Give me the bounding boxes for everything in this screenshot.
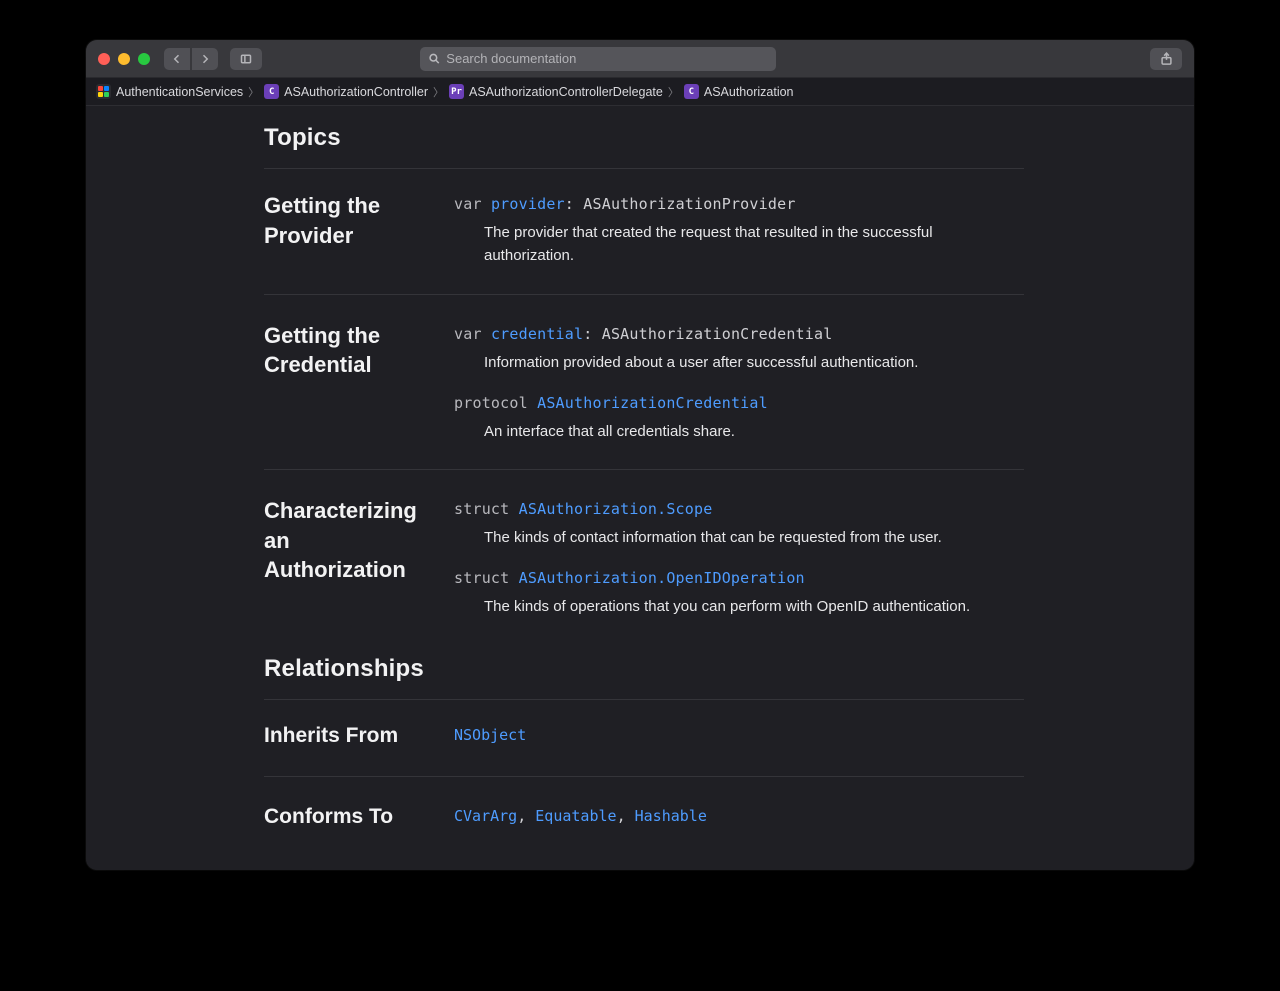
chevron-right-icon: 〉 [668, 84, 679, 100]
topic-group-title: Getting the Provider [264, 191, 426, 268]
relationships-group-title: Conforms To [264, 803, 426, 831]
titlebar [86, 40, 1194, 78]
share-icon [1159, 51, 1174, 66]
breadcrumb-label: AuthenticationServices [116, 85, 243, 99]
topic-item: protocol ASAuthorizationCredential An in… [454, 394, 1024, 443]
topic-item-description: Information provided about a user after … [454, 351, 1024, 374]
protocol-icon: Pr [449, 84, 464, 99]
type-link[interactable]: Equatable [535, 807, 616, 825]
topic-group: Getting the Provider var provider: ASAut… [264, 191, 1024, 295]
sidebar-icon [240, 53, 252, 65]
declaration[interactable]: var credential: ASAuthorizationCredentia… [454, 325, 1024, 343]
breadcrumb-item[interactable]: C ASAuthorization [684, 84, 794, 99]
relationships-heading: Relationships [264, 655, 1024, 700]
topic-item: struct ASAuthorization.Scope The kinds o… [454, 500, 1024, 549]
topic-group-title: Getting the Credential [264, 321, 426, 444]
relationships-group: Inherits From NSObject [264, 722, 1024, 777]
type-link[interactable]: Hashable [635, 807, 707, 825]
topic-item-description: The kinds of operations that you can per… [454, 595, 1024, 618]
declaration[interactable]: struct ASAuthorization.OpenIDOperation [454, 569, 1024, 587]
topic-item: var provider: ASAuthorizationProvider Th… [454, 195, 1024, 268]
declaration[interactable]: protocol ASAuthorizationCredential [454, 394, 1024, 412]
topic-item: var credential: ASAuthorizationCredentia… [454, 325, 1024, 374]
breadcrumb-label: ASAuthorization [704, 85, 794, 99]
forward-button[interactable] [192, 48, 218, 70]
toggle-sidebar-button[interactable] [230, 48, 262, 70]
zoom-window-button[interactable] [138, 53, 150, 65]
search-field[interactable] [420, 47, 776, 71]
conforms-list: CVarArg, Equatable, Hashable [454, 803, 1024, 831]
topic-item: struct ASAuthorization.OpenIDOperation T… [454, 569, 1024, 618]
search-input[interactable] [446, 51, 768, 66]
framework-icon [96, 84, 111, 99]
back-button[interactable] [164, 48, 190, 70]
chevron-right-icon: 〉 [433, 84, 444, 100]
breadcrumb-bar: AuthenticationServices 〉 C ASAuthorizati… [86, 78, 1194, 106]
class-icon: C [684, 84, 699, 99]
type-link[interactable]: NSObject [454, 726, 526, 744]
breadcrumb-label: ASAuthorizationControllerDelegate [469, 85, 663, 99]
topic-item-description: An interface that all credentials share. [454, 420, 1024, 443]
topic-item-description: The kinds of contact information that ca… [454, 526, 1024, 549]
declaration[interactable]: var provider: ASAuthorizationProvider [454, 195, 1024, 213]
relationships-group: Conforms To CVarArg, Equatable, Hashable [264, 803, 1024, 857]
breadcrumb-label: ASAuthorizationController [284, 85, 428, 99]
breadcrumb-item[interactable]: AuthenticationServices [96, 84, 243, 99]
minimize-window-button[interactable] [118, 53, 130, 65]
breadcrumb-item[interactable]: Pr ASAuthorizationControllerDelegate [449, 84, 663, 99]
topics-heading: Topics [264, 124, 1024, 169]
declaration[interactable]: struct ASAuthorization.Scope [454, 500, 1024, 518]
share-button[interactable] [1150, 48, 1182, 70]
search-icon [428, 52, 440, 65]
close-window-button[interactable] [98, 53, 110, 65]
topic-group: Getting the Credential var credential: A… [264, 321, 1024, 471]
inherits-list: NSObject [454, 722, 1024, 750]
topic-group-title: Characterizing an Authorization [264, 496, 426, 619]
relationships-group-title: Inherits From [264, 722, 426, 750]
nav-back-forward [164, 48, 218, 70]
chevron-right-icon: 〉 [248, 84, 259, 100]
window-controls [98, 53, 150, 65]
topic-item-description: The provider that created the request th… [454, 221, 1024, 268]
content-scroll[interactable]: Topics Getting the Provider var provider… [86, 106, 1194, 870]
breadcrumb-item[interactable]: C ASAuthorizationController [264, 84, 428, 99]
doc-body: Topics Getting the Provider var provider… [264, 106, 1024, 870]
type-link[interactable]: CVarArg [454, 807, 517, 825]
app-window: AuthenticationServices 〉 C ASAuthorizati… [86, 40, 1194, 870]
class-icon: C [264, 84, 279, 99]
topic-group: Characterizing an Authorization struct A… [264, 496, 1024, 645]
